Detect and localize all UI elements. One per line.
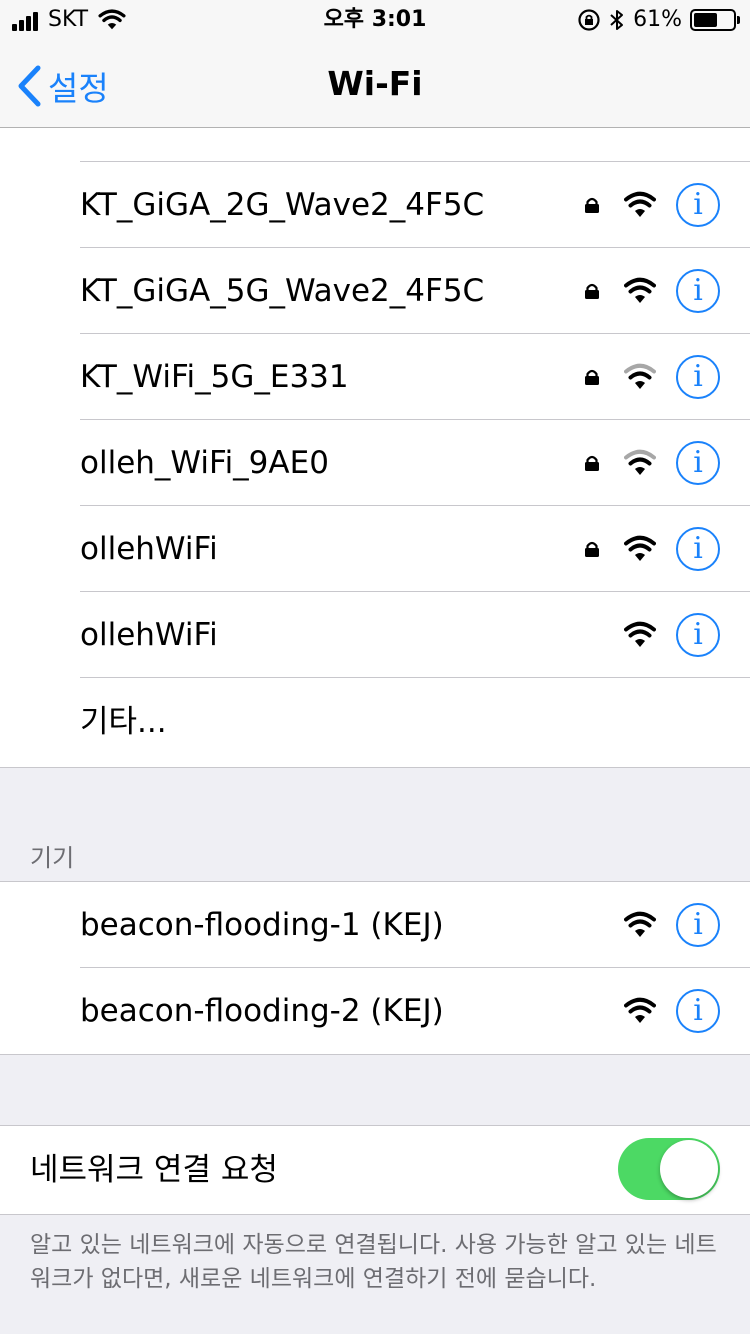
wifi-signal-icon — [624, 535, 656, 561]
page-title: Wi-Fi — [327, 64, 423, 103]
lock-icon — [585, 197, 599, 213]
info-icon[interactable]: i — [676, 903, 720, 947]
network-name: KT_WiFi_5G_E331 — [80, 359, 349, 395]
network-row[interactable]: KT_GiGA_2G_Wave2_4F5C i — [0, 162, 750, 248]
network-name: KT_GiGA_5G_Wave2_4F5C — [80, 273, 485, 309]
other-network-label: 기타... — [80, 704, 167, 740]
bluetooth-icon — [610, 10, 624, 30]
info-icon[interactable]: i — [676, 355, 720, 399]
network-row[interactable]: olleh_WiFi_9AE0 i — [0, 420, 750, 506]
toggle-knob — [660, 1140, 718, 1198]
lock-icon — [585, 455, 599, 471]
device-row[interactable]: beacon-flooding-1 (KEJ) i — [0, 882, 750, 968]
devices-section-header: 기기 — [30, 844, 75, 872]
lock-icon — [585, 369, 599, 385]
wifi-signal-icon — [624, 911, 656, 937]
ask-to-join-toggle[interactable] — [618, 1138, 720, 1200]
battery-fill — [694, 13, 718, 27]
network-name: ollehWiFi — [80, 531, 218, 567]
wifi-signal-icon — [624, 621, 656, 647]
info-icon[interactable]: i — [676, 441, 720, 485]
network-list: sunlovdumiestory KT_GiGA_2G_Wave2_4F5C i… — [0, 59, 750, 768]
wifi-signal-icon — [624, 277, 656, 303]
ask-to-join-row: 네트워크 연결 요청 — [0, 1126, 750, 1214]
wifi-signal-icon — [624, 997, 656, 1023]
network-row[interactable]: ollehWiFi i — [0, 592, 750, 678]
wifi-weak-signal-icon — [624, 363, 656, 389]
network-name: ollehWiFi — [80, 617, 218, 653]
ask-to-join-section: 네트워크 연결 요청 — [0, 1125, 750, 1215]
ask-to-join-footer: 알고 있는 네트워크에 자동으로 연결됩니다. 사용 가능한 알고 있는 네트워… — [30, 1232, 717, 1292]
device-name: beacon-flooding-2 (KEJ) — [80, 993, 444, 1029]
network-row[interactable]: ollehWiFi i — [0, 506, 750, 592]
info-icon[interactable]: i — [676, 527, 720, 571]
other-network-row[interactable]: 기타... — [0, 678, 750, 767]
network-row[interactable]: KT_GiGA_5G_Wave2_4F5C i — [0, 248, 750, 334]
device-row[interactable]: beacon-flooding-2 (KEJ) i — [0, 968, 750, 1054]
info-icon[interactable]: i — [676, 183, 720, 227]
device-list: beacon-flooding-1 (KEJ) i beacon-floodin… — [0, 881, 750, 1055]
lock-icon — [585, 283, 599, 299]
info-icon[interactable]: i — [676, 269, 720, 313]
ask-to-join-label: 네트워크 연결 요청 — [30, 1152, 278, 1188]
network-name: KT_GiGA_2G_Wave2_4F5C — [80, 187, 485, 223]
orientation-lock-icon — [578, 9, 600, 31]
battery-icon — [690, 9, 740, 31]
wifi-weak-signal-icon — [624, 449, 656, 475]
status-right: 61% — [577, 6, 740, 34]
network-row[interactable]: KT_WiFi_5G_E331 i — [0, 334, 750, 420]
info-icon[interactable]: i — [676, 989, 720, 1033]
device-name: beacon-flooding-1 (KEJ) — [80, 907, 444, 943]
battery-percent: 61% — [633, 7, 682, 32]
network-name: olleh_WiFi_9AE0 — [80, 445, 329, 481]
navigation-bar: 설정 Wi-Fi — [0, 40, 750, 128]
lock-icon — [585, 541, 599, 557]
wifi-signal-icon — [624, 191, 656, 217]
info-icon[interactable]: i — [676, 613, 720, 657]
